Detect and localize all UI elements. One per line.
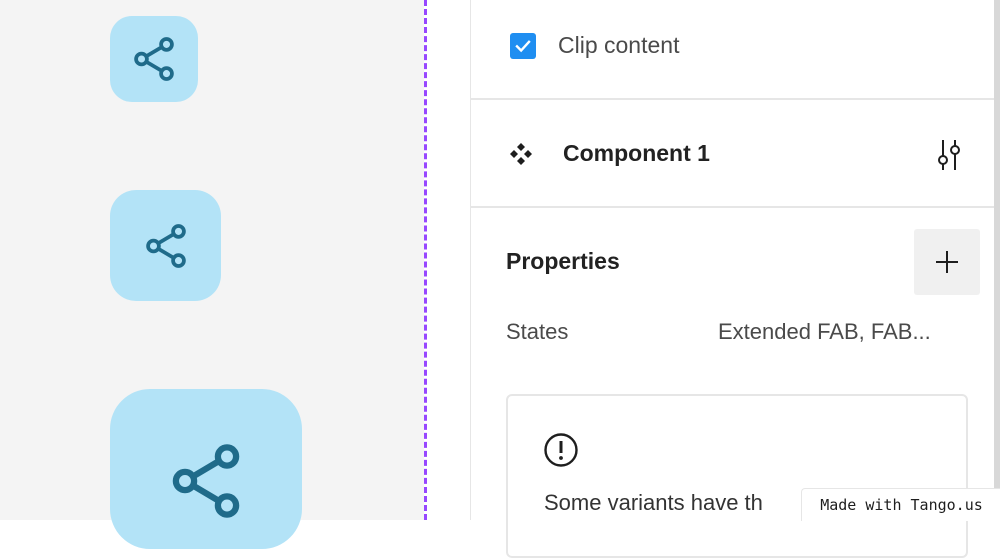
tune-icon[interactable] (934, 138, 964, 172)
share-icon (172, 444, 240, 518)
properties-title: Properties (506, 248, 620, 274)
variant-warning-card: Some variants have th (506, 394, 968, 558)
fab-large-variant[interactable] (110, 389, 302, 549)
component-set-frame-border (424, 0, 427, 520)
alert-circle-icon (544, 433, 578, 467)
clip-content-checkbox[interactable] (510, 33, 536, 59)
fab-medium-variant[interactable] (110, 190, 221, 301)
share-icon (134, 37, 174, 81)
add-property-button[interactable] (914, 229, 980, 295)
warning-message: Some variants have th (544, 490, 763, 515)
design-canvas[interactable] (0, 0, 424, 549)
fab-small-variant[interactable] (110, 16, 198, 102)
component-section: Component 1 (470, 100, 994, 208)
component-set-icon (510, 143, 532, 165)
checkmark-icon (515, 40, 531, 53)
tango-watermark: Made with Tango.us (801, 488, 1000, 521)
clip-content-label[interactable]: Clip content (558, 32, 679, 59)
design-panel: Clip content Component 1 Properties Stat… (470, 0, 1000, 558)
frame-section: Clip content (470, 0, 994, 100)
property-name: States (506, 319, 569, 344)
component-name[interactable]: Component 1 (563, 140, 710, 167)
panel-scrollbar[interactable] (994, 0, 1000, 520)
share-icon (145, 223, 186, 268)
plus-icon (936, 251, 958, 273)
property-value-dropdown[interactable]: Extended FAB, FAB... (718, 319, 931, 345)
